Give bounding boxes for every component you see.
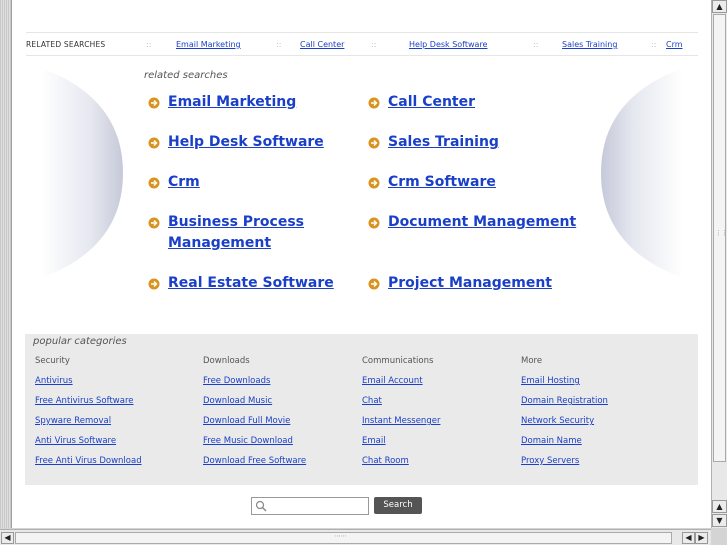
related-link-sales-training[interactable]: Sales Training bbox=[388, 132, 499, 153]
category-link[interactable]: Antivirus bbox=[35, 374, 142, 394]
category-column-downloads: Downloads Free Downloads Download Music … bbox=[203, 354, 306, 474]
arrow-right-icon bbox=[368, 278, 380, 290]
separator: :: bbox=[146, 40, 152, 49]
category-link[interactable]: Email bbox=[362, 434, 440, 454]
search-input[interactable] bbox=[251, 497, 369, 515]
bar-link-call-center[interactable]: Call Center bbox=[300, 40, 344, 49]
arrow-right-icon bbox=[368, 137, 380, 149]
related-link-project-management[interactable]: Project Management bbox=[388, 273, 552, 294]
bar-link-email-marketing[interactable]: Email Marketing bbox=[176, 40, 241, 49]
divider bbox=[26, 32, 698, 33]
arrow-right-icon bbox=[148, 278, 160, 290]
right-decoration-curve bbox=[601, 68, 683, 278]
category-column-communications: Communications Email Account Chat Instan… bbox=[362, 354, 440, 474]
left-frame-edge bbox=[0, 0, 12, 528]
arrow-right-icon bbox=[148, 177, 160, 189]
web-page: RELATED SEARCHES :: Email Marketing :: C… bbox=[12, 0, 711, 528]
category-title: More bbox=[521, 356, 543, 366]
separator: :: bbox=[533, 40, 539, 49]
category-link[interactable]: Free Music Download bbox=[203, 434, 306, 454]
category-link[interactable]: Free Downloads bbox=[203, 374, 306, 394]
category-link[interactable]: Chat bbox=[362, 394, 440, 414]
arrow-right-icon bbox=[368, 97, 380, 109]
category-link[interactable]: Email Hosting bbox=[521, 374, 608, 394]
scroll-grip: ⋯⋯ bbox=[334, 532, 347, 540]
category-link[interactable]: Free Antivirus Software bbox=[35, 394, 142, 414]
category-link[interactable]: Download Full Movie bbox=[203, 414, 306, 434]
related-item: Sales Training bbox=[368, 132, 578, 153]
bar-link-sales-training[interactable]: Sales Training bbox=[562, 40, 617, 49]
left-decoration-curve bbox=[41, 68, 123, 278]
category-link[interactable]: Instant Messenger bbox=[362, 414, 440, 434]
related-item: Business Process Management bbox=[148, 212, 328, 254]
related-link-real-estate-software[interactable]: Real Estate Software bbox=[168, 273, 334, 294]
separator: :: bbox=[371, 40, 377, 49]
category-title: Communications bbox=[362, 356, 434, 366]
horizontal-scrollbar[interactable]: ◀ ⋯⋯ ◀ ▶ bbox=[0, 529, 711, 545]
category-link[interactable]: Email Account bbox=[362, 374, 440, 394]
scroll-right-button[interactable]: ▶ bbox=[695, 532, 708, 544]
category-link[interactable]: Domain Registration bbox=[521, 394, 608, 414]
bar-link-help-desk-software[interactable]: Help Desk Software bbox=[409, 40, 487, 49]
related-item: Crm Software bbox=[368, 172, 578, 193]
category-link[interactable]: Anti Virus Software bbox=[35, 434, 142, 454]
category-column-security: Security Antivirus Free Antivirus Softwa… bbox=[35, 354, 142, 474]
scroll-down-button[interactable]: ▼ bbox=[712, 514, 727, 527]
category-title: Downloads bbox=[203, 356, 250, 366]
category-link[interactable]: Network Security bbox=[521, 414, 608, 434]
category-link[interactable]: Spyware Removal bbox=[35, 414, 142, 434]
separator: :: bbox=[651, 40, 657, 49]
scroll-grip: ⋮⋮ bbox=[715, 229, 727, 237]
related-item: Document Management bbox=[368, 212, 608, 233]
scroll-left-button[interactable]: ◀ bbox=[1, 532, 14, 544]
bar-link-crm[interactable]: Crm bbox=[666, 40, 683, 49]
divider bbox=[26, 55, 698, 56]
related-link-crm-software[interactable]: Crm Software bbox=[388, 172, 496, 193]
vertical-scroll-thumb[interactable] bbox=[713, 14, 726, 462]
related-link-help-desk-software[interactable]: Help Desk Software bbox=[168, 132, 324, 153]
related-link-business-process-management[interactable]: Business Process Management bbox=[168, 212, 328, 254]
category-link[interactable]: Proxy Servers bbox=[521, 454, 608, 474]
related-searches-title: related searches bbox=[144, 70, 228, 81]
scroll-up-button-lower[interactable]: ▲ bbox=[712, 500, 727, 513]
related-item: Project Management bbox=[368, 273, 608, 294]
popular-categories-panel: popular categories Security Antivirus Fr… bbox=[25, 334, 698, 485]
related-item: Help Desk Software bbox=[148, 132, 358, 153]
category-link[interactable]: Download Music bbox=[203, 394, 306, 414]
vertical-scrollbar[interactable]: ▲ ⋮⋮ ▲ ▼ bbox=[711, 0, 727, 528]
arrow-right-icon bbox=[148, 137, 160, 149]
related-item: Crm bbox=[148, 172, 358, 193]
arrow-right-icon bbox=[148, 217, 160, 229]
scroll-left-button-right[interactable]: ◀ bbox=[682, 532, 695, 544]
separator: :: bbox=[276, 40, 282, 49]
search-button[interactable]: Search bbox=[374, 497, 422, 514]
category-link[interactable]: Chat Room bbox=[362, 454, 440, 474]
category-link[interactable]: Domain Name bbox=[521, 434, 608, 454]
arrow-right-icon bbox=[148, 97, 160, 109]
arrow-right-icon bbox=[368, 217, 380, 229]
related-link-call-center[interactable]: Call Center bbox=[388, 92, 475, 113]
category-title: Security bbox=[35, 356, 70, 366]
related-item: Call Center bbox=[368, 92, 578, 113]
related-item: Real Estate Software bbox=[148, 273, 358, 294]
arrow-right-icon bbox=[368, 177, 380, 189]
related-link-crm[interactable]: Crm bbox=[168, 172, 200, 193]
scroll-up-button[interactable]: ▲ bbox=[712, 0, 727, 13]
category-link[interactable]: Download Free Software bbox=[203, 454, 306, 474]
category-column-more: More Email Hosting Domain Registration N… bbox=[521, 354, 608, 474]
related-searches-bar: RELATED SEARCHES :: Email Marketing :: C… bbox=[26, 38, 706, 52]
related-searches-bar-label: RELATED SEARCHES bbox=[26, 40, 106, 49]
search-icon bbox=[255, 500, 267, 512]
related-item: Email Marketing bbox=[148, 92, 358, 113]
related-link-email-marketing[interactable]: Email Marketing bbox=[168, 92, 296, 113]
popular-categories-title: popular categories bbox=[33, 336, 127, 347]
related-link-document-management[interactable]: Document Management bbox=[388, 212, 576, 233]
category-link[interactable]: Free Anti Virus Download bbox=[35, 454, 142, 474]
